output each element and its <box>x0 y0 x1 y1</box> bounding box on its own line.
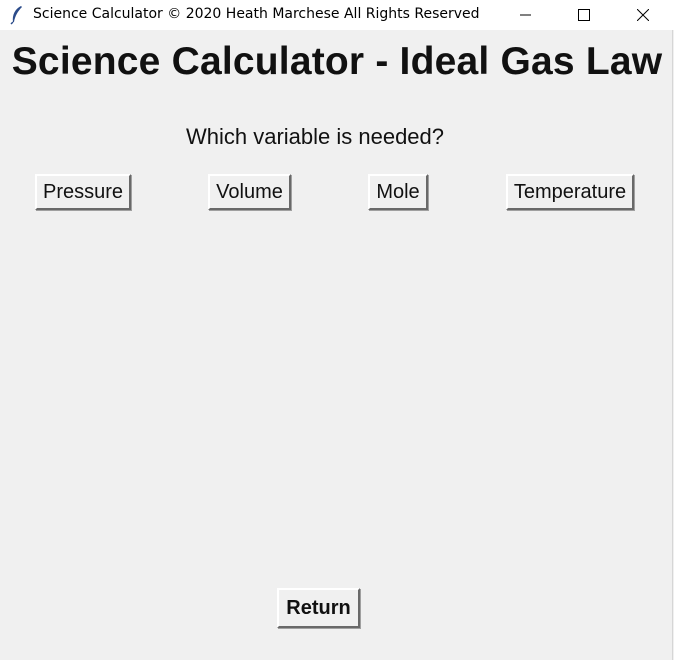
maximize-icon <box>578 9 590 21</box>
close-icon <box>637 9 649 21</box>
maximize-button[interactable] <box>555 0 613 30</box>
window-title: Science Calculator © 2020 Heath Marchese… <box>33 6 480 22</box>
temperature-button[interactable]: Temperature <box>506 174 634 210</box>
volume-button[interactable]: Volume <box>208 174 291 210</box>
return-button[interactable]: Return <box>277 588 360 628</box>
mole-button[interactable]: Mole <box>368 174 428 210</box>
variable-prompt: Which variable is needed? <box>185 124 445 149</box>
minimize-button[interactable] <box>497 0 555 30</box>
minimize-icon <box>520 14 531 16</box>
page-title: Science Calculator - Ideal Gas Law <box>11 40 663 83</box>
app-window-body: Science Calculator - Ideal Gas Law Which… <box>0 30 673 660</box>
title-bar[interactable]: Science Calculator © 2020 Heath Marchese… <box>0 0 674 30</box>
pressure-button[interactable]: Pressure <box>35 174 131 210</box>
feather-icon <box>9 5 25 25</box>
close-button[interactable] <box>614 0 672 30</box>
